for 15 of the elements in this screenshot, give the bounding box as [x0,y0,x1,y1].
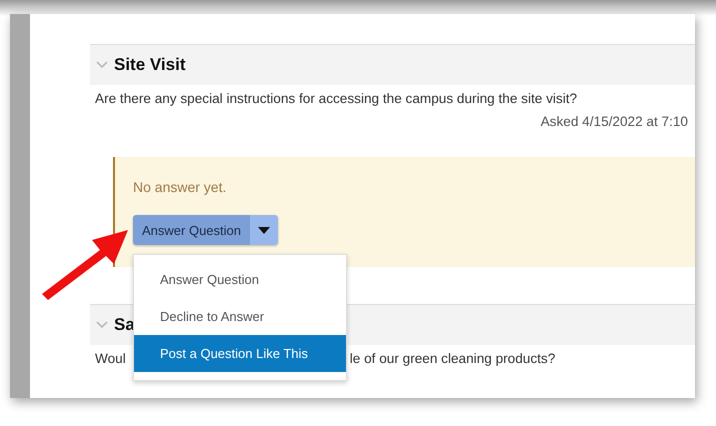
asked-date: Asked 4/15/2022 at 7:10 [540,114,688,129]
menu-item[interactable]: Post a Question Like This [134,335,346,372]
answer-question-button[interactable]: Answer Question [133,215,250,245]
answer-status: No answer yet. [133,179,226,195]
question-text: Are there any special instructions for accessing the campus during the site visit? [95,91,578,106]
menu-item[interactable]: Decline to Answer [134,298,346,335]
dropdown-toggle[interactable] [250,215,278,245]
caret-icon [258,226,270,234]
chevron-icon [96,61,108,69]
section-title: Site Visit [114,55,186,75]
question-text: Woul [95,351,126,366]
chevron-icon [96,321,108,329]
question-text: le of our green cleaning products? [350,351,556,366]
menu-item[interactable]: Answer Question [134,261,346,298]
section-header[interactable]: Site Visit [90,44,695,85]
